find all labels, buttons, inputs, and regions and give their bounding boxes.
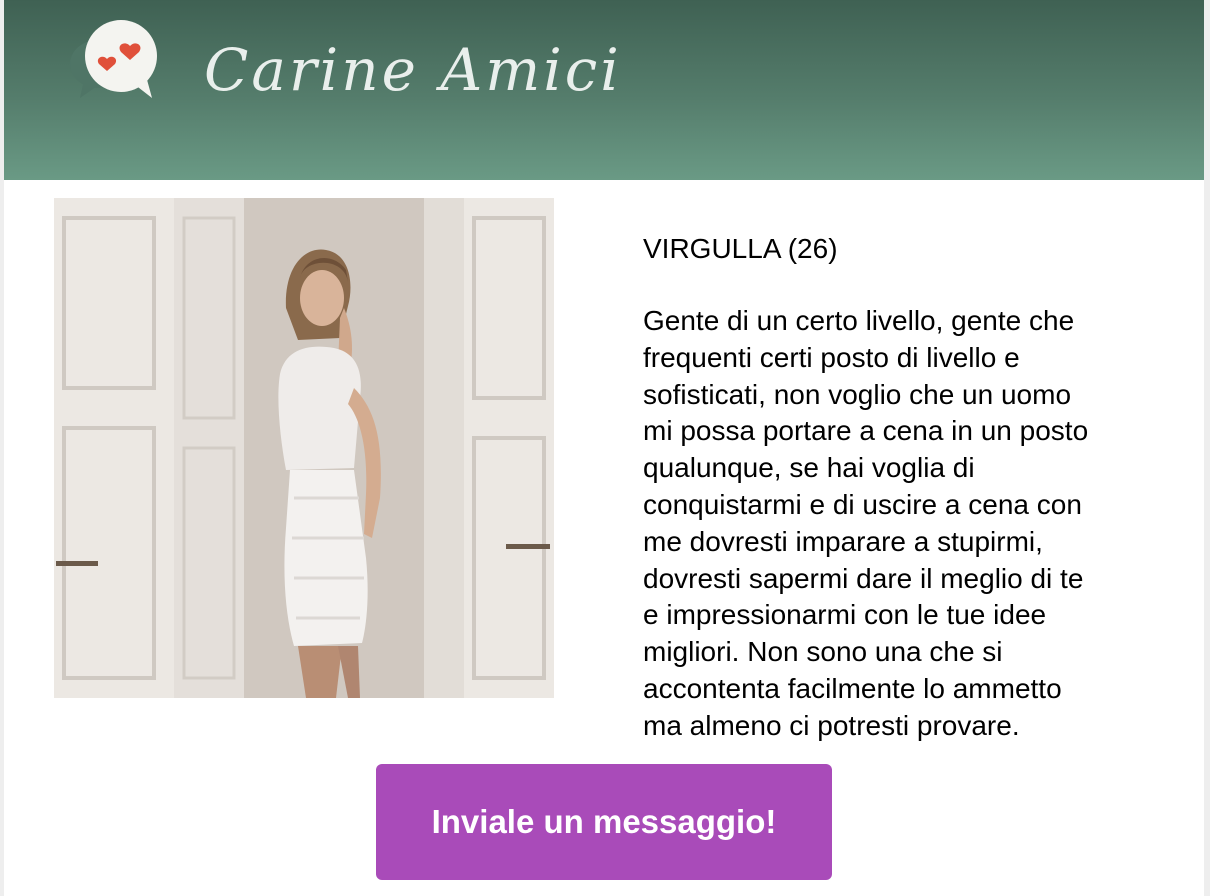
bio-line: me dovresti imparare a stupirmi, (643, 525, 1043, 557)
bio-line: qualunque, se hai voglia di (643, 452, 975, 484)
profile-photo[interactable] (54, 198, 554, 698)
header-banner: Carine Amici (4, 0, 1204, 180)
bio-line: dovresti sapermi dare il meglio di te (643, 562, 1084, 594)
bio-line: accontenta facilmente lo ammetto (643, 672, 1062, 704)
brand-logo-text[interactable]: Carine Amici (204, 20, 622, 120)
profile-bio: Gente di un certo livello, gente che fre… (643, 303, 1163, 745)
bio-line: migliori. Non sono una che si (643, 636, 1003, 668)
bio-line: e impressionarmi con le tue idee (643, 599, 1047, 631)
chat-bubble-hearts-icon[interactable] (66, 18, 160, 100)
page-border-right (1204, 0, 1210, 896)
page: Carine Amici VIRGULLA (26) Gente di un c… (0, 0, 1210, 896)
bio-line: sofisticati, non voglio che un uomo (643, 378, 1072, 410)
send-message-button-label: Inviale un messaggio! (431, 803, 777, 840)
profile-name-age: VIRGULLA (26) (643, 233, 838, 264)
bio-line: ma almeno ci potresti provare. (643, 709, 1020, 741)
bio-line: Gente di un certo livello, gente che (643, 305, 1075, 336)
bio-line: conquistarmi e di uscire a cena con (643, 488, 1082, 520)
bio-line: mi possa portare a cena in un posto (643, 415, 1089, 447)
bio-line: frequenti certi posto di livello e (643, 341, 1020, 373)
send-message-button[interactable]: Inviale un messaggio! (376, 764, 832, 880)
